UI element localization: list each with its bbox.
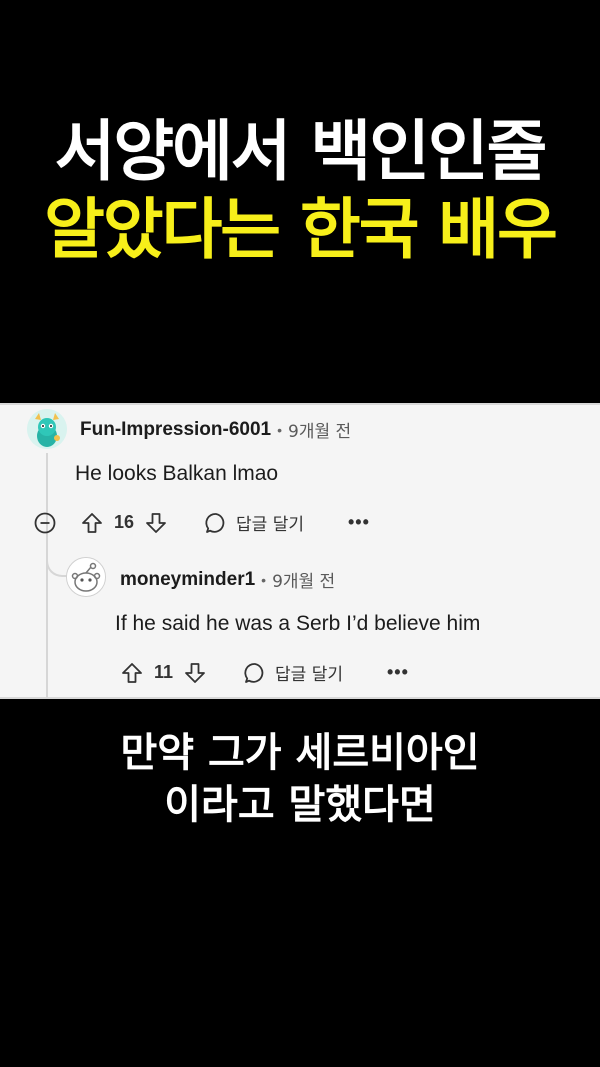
- downvote-icon[interactable]: [144, 511, 168, 535]
- thread-line: [46, 453, 48, 699]
- username[interactable]: Fun-Impression-6001: [80, 419, 271, 441]
- comment-text: He looks Balkan lmao: [75, 462, 279, 485]
- caption-line-2: 이라고 말했다면: [164, 782, 436, 828]
- downvote-icon[interactable]: [183, 661, 207, 685]
- comment-bubble-icon: [244, 662, 264, 683]
- reply-text: If he said he was a Serb I’d believe him: [115, 612, 481, 635]
- headline-line-2: 알았다는 한국 배우: [44, 191, 558, 268]
- vote-count: 11: [154, 662, 174, 682]
- avatar-snoo-icon: [27, 409, 67, 449]
- avatar[interactable]: [66, 557, 106, 597]
- avatar[interactable]: [27, 409, 67, 449]
- vote-count: 16: [114, 512, 135, 532]
- timestamp: 9개월 전: [272, 572, 336, 592]
- reply-label: 답글 달기: [236, 515, 304, 535]
- separator-dot: •: [277, 421, 283, 438]
- upvote-icon[interactable]: [120, 661, 144, 685]
- timestamp: 9개월 전: [288, 422, 352, 442]
- comment-meta: Fun-Impression-6001 • 9개월 전: [80, 417, 352, 443]
- more-options-icon[interactable]: •••: [348, 512, 370, 533]
- username[interactable]: moneyminder1: [120, 569, 255, 591]
- more-options-icon[interactable]: •••: [387, 662, 409, 683]
- reply-meta: moneyminder1 • 9개월 전: [120, 567, 336, 593]
- headline-line-1: 서양에서 백인인줄: [54, 113, 548, 190]
- comment-bubble-icon: [205, 512, 225, 533]
- avatar-snoo-icon: [67, 558, 105, 596]
- collapse-icon[interactable]: [34, 512, 56, 534]
- reply-label: 답글 달기: [275, 665, 343, 685]
- comment-actions: 16 답글 달기 •••: [34, 510, 370, 535]
- reply-button[interactable]: 답글 달기: [204, 510, 304, 535]
- upvote-icon[interactable]: [80, 511, 104, 535]
- separator-dot: •: [261, 571, 267, 588]
- reply-button[interactable]: 답글 달기: [243, 660, 343, 685]
- caption-line-1: 만약 그가 세르비아인: [120, 730, 480, 776]
- reply-connector: [46, 555, 68, 577]
- reply-actions: 11 답글 달기 •••: [120, 660, 409, 685]
- comment-thread-card: Fun-Impression-6001 • 9개월 전 He looks Bal…: [0, 403, 600, 699]
